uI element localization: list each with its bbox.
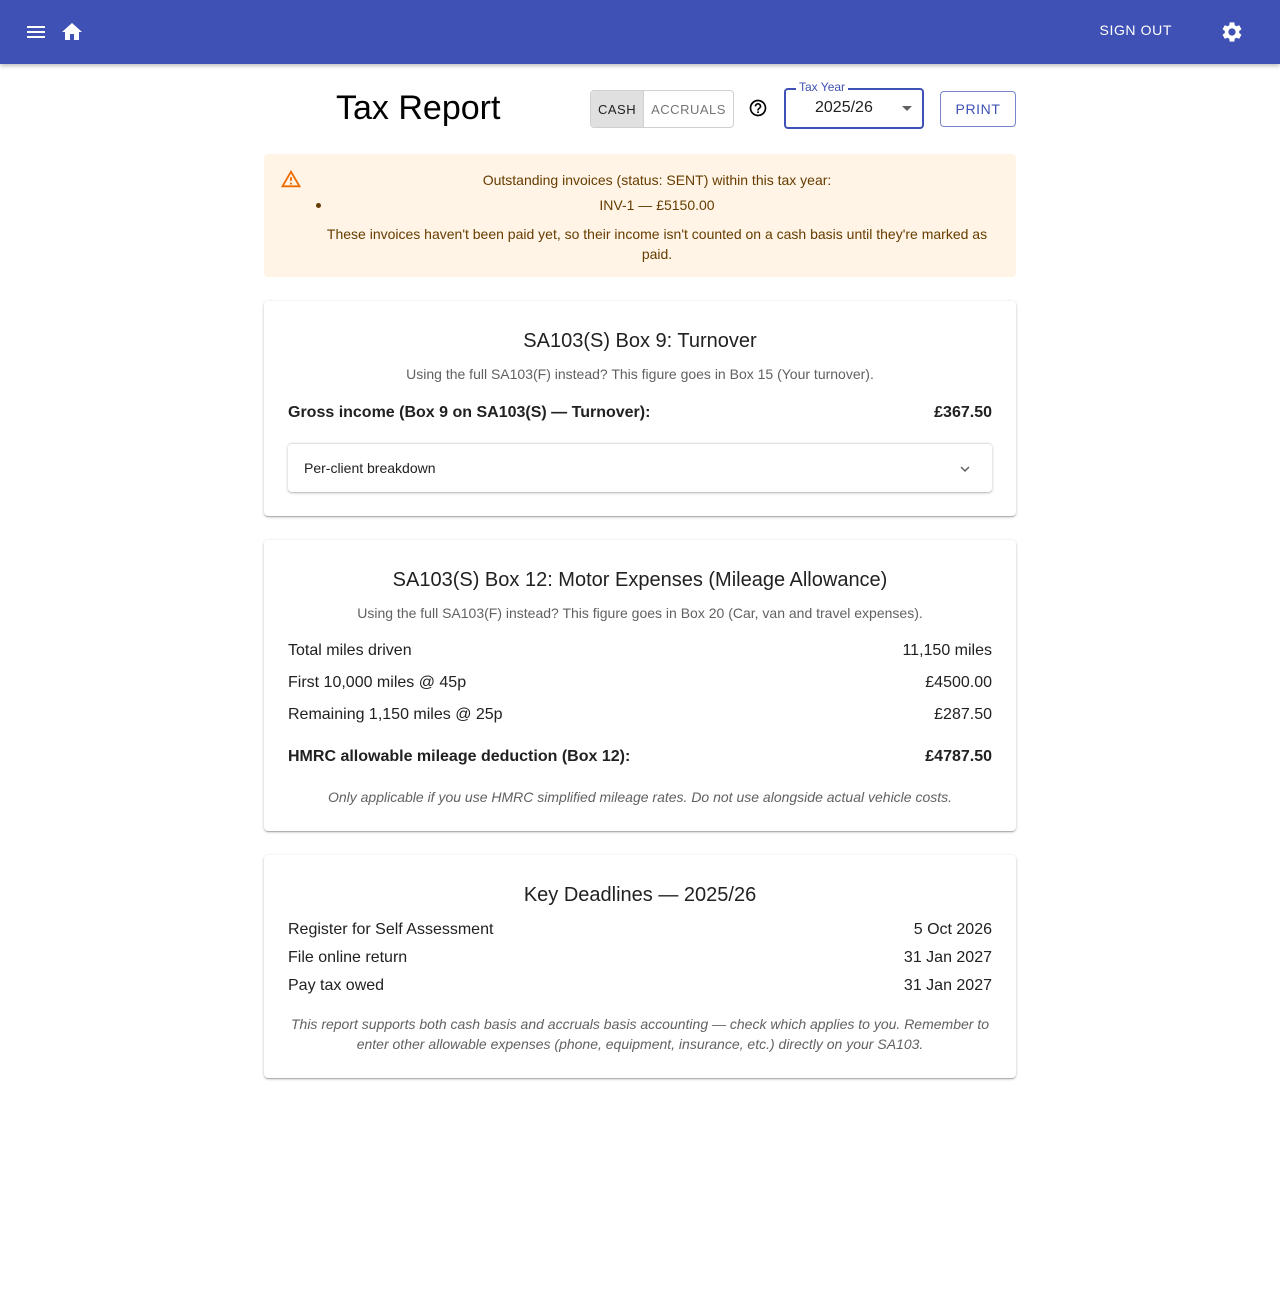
mileage-row-value: £4500.00 bbox=[925, 674, 992, 691]
deadline-date: 31 Jan 2027 bbox=[903, 949, 992, 966]
tax-year-value: 2025/26 bbox=[815, 99, 873, 116]
alert-message: Outstanding invoices (status: SENT) with… bbox=[482, 172, 832, 188]
report-header: Tax Report CASH ACCRUALS Tax Year 2025/2… bbox=[264, 80, 1016, 134]
mileage-row: First 10,000 miles @ 45p £4500.00 bbox=[288, 674, 992, 692]
deadline-date: 31 Jan 2027 bbox=[903, 977, 992, 994]
mileage-card: SA103(S) Box 12: Motor Expenses (Mileage… bbox=[264, 540, 1016, 831]
alert-note: These invoices haven't been paid yet, so… bbox=[326, 226, 988, 262]
chevron-down-icon bbox=[956, 460, 974, 478]
mileage-total-value: £4787.50 bbox=[925, 748, 992, 765]
warning-icon bbox=[280, 168, 302, 190]
gross-income-row: Gross income (Box 9 on SA103(S) — Turnov… bbox=[288, 404, 992, 422]
invoice-list: INV-1 — £5150.00 bbox=[314, 197, 1000, 213]
deadline-row: Register for Self Assessment 5 Oct 2026 bbox=[288, 921, 992, 939]
mileage-total-row: HMRC allowable mileage deduction (Box 12… bbox=[288, 748, 992, 766]
mileage-total-label: HMRC allowable mileage deduction (Box 12… bbox=[288, 748, 631, 765]
outstanding-invoices-alert: Outstanding invoices (status: SENT) with… bbox=[264, 154, 1016, 277]
menu-icon[interactable] bbox=[20, 16, 52, 48]
deadline-label: Pay tax owed bbox=[288, 977, 385, 994]
home-icon[interactable] bbox=[56, 16, 88, 48]
deadlines-title: Key Deadlines — 2025/26 bbox=[523, 884, 757, 906]
mileage-subtitle: Using the full SA103(F) instead? This fi… bbox=[357, 605, 923, 621]
per-client-breakdown-accordion[interactable]: Per-client breakdown bbox=[288, 443, 992, 492]
turnover-subtitle: Using the full SA103(F) instead? This fi… bbox=[406, 366, 874, 382]
mileage-row-value: £287.50 bbox=[934, 706, 992, 723]
deadline-row: File online return 31 Jan 2027 bbox=[288, 949, 992, 967]
mileage-row-label: Total miles driven bbox=[288, 642, 412, 659]
page-title: Tax Report bbox=[336, 89, 501, 127]
deadline-date: 5 Oct 2026 bbox=[913, 921, 992, 938]
help-circle-icon[interactable] bbox=[748, 98, 768, 118]
mileage-title: SA103(S) Box 12: Motor Expenses (Mileage… bbox=[392, 569, 888, 591]
mileage-row-label: Remaining 1,150 miles @ 25p bbox=[288, 706, 503, 723]
mileage-footnote: Only applicable if you use HMRC simplifi… bbox=[327, 789, 953, 805]
deadlines-card: Key Deadlines — 2025/26 Register for Sel… bbox=[264, 855, 1016, 1078]
gear-icon[interactable] bbox=[1216, 16, 1248, 48]
mileage-row: Remaining 1,150 miles @ 25p £287.50 bbox=[288, 706, 992, 724]
sign-out-button[interactable]: SIGN OUT bbox=[1100, 22, 1172, 38]
cash-basis-button[interactable]: CASH bbox=[591, 91, 645, 127]
mileage-row: Total miles driven 11,150 miles bbox=[288, 642, 992, 660]
caret-down-icon bbox=[902, 106, 912, 111]
app-bar: SIGN OUT bbox=[0, 0, 1280, 64]
deadline-label: File online return bbox=[288, 949, 408, 966]
accruals-basis-button[interactable]: ACCRUALS bbox=[644, 91, 733, 127]
mileage-row-label: First 10,000 miles @ 45p bbox=[288, 674, 467, 691]
deadline-label: Register for Self Assessment bbox=[288, 921, 494, 938]
gross-income-label: Gross income (Box 9 on SA103(S) — Turnov… bbox=[288, 404, 651, 421]
tax-year-label: Tax Year bbox=[796, 80, 849, 94]
print-button[interactable]: PRINT bbox=[940, 91, 1016, 127]
deadlines-footnote: This report supports both cash basis and… bbox=[290, 1016, 990, 1052]
turnover-title: SA103(S) Box 9: Turnover bbox=[523, 330, 757, 352]
tax-year-select[interactable]: Tax Year 2025/26 bbox=[784, 80, 924, 129]
basis-toggle: CASH ACCRUALS bbox=[590, 90, 734, 128]
turnover-card: SA103(S) Box 9: Turnover Using the full … bbox=[264, 301, 1016, 516]
per-client-breakdown-label: Per-client breakdown bbox=[304, 460, 436, 476]
mileage-row-value: 11,150 miles bbox=[902, 642, 992, 659]
deadline-row: Pay tax owed 31 Jan 2027 bbox=[288, 977, 992, 995]
invoice-item: INV-1 — £5150.00 bbox=[314, 197, 1000, 213]
gross-income-value: £367.50 bbox=[934, 404, 992, 421]
